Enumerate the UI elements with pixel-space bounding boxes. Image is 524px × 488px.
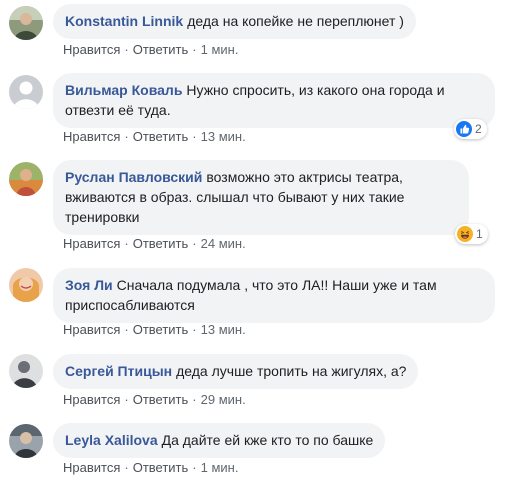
separator-dot: ·: [192, 42, 197, 57]
reply-link[interactable]: Ответить: [133, 42, 189, 57]
comment-author[interactable]: Руслан Павловский: [65, 169, 202, 185]
reaction-count: 2: [475, 122, 482, 136]
separator-dot: ·: [124, 460, 129, 475]
reaction-summary[interactable]: 1: [455, 224, 488, 244]
avatar-photo-icon: [9, 268, 43, 302]
separator-dot: ·: [124, 392, 129, 407]
comment-bubble: Leyla Xalilova Да дайте ей кже кто то по …: [53, 423, 386, 458]
reply-link[interactable]: Ответить: [133, 129, 189, 144]
comment-timestamp[interactable]: 29 мин.: [201, 392, 246, 407]
comment-author[interactable]: Konstantin Linnik: [65, 13, 183, 29]
avatar-photo-icon: [9, 6, 43, 40]
comment-bubble: Вильмар Коваль Нужно спросить, из какого …: [53, 73, 495, 128]
comment-timestamp[interactable]: 13 мин.: [201, 322, 246, 337]
like-link[interactable]: Нравится: [63, 129, 120, 144]
separator-dot: ·: [124, 129, 129, 144]
avatar-photo-icon: [9, 354, 43, 388]
comment-actions: Нравится · Ответить · 1 мин.: [63, 460, 238, 476]
separator-dot: ·: [192, 129, 197, 144]
reply-link[interactable]: Ответить: [133, 236, 189, 251]
comment-author[interactable]: Вильмар Коваль: [65, 82, 182, 98]
avatar[interactable]: [9, 162, 43, 196]
avatar[interactable]: [9, 75, 43, 109]
separator-dot: ·: [192, 460, 197, 475]
comment-timestamp[interactable]: 24 мин.: [201, 236, 246, 251]
reaction-count: 1: [476, 227, 483, 241]
like-link[interactable]: Нравится: [63, 42, 120, 57]
reaction-summary[interactable]: 2: [454, 119, 487, 139]
comment-actions: Нравится · Ответить · 24 мин.: [63, 236, 246, 252]
comment-author[interactable]: Сергей Птицын: [65, 363, 172, 379]
comment-bubble: Зоя Ли Сначала подумала , что это ЛА!! На…: [53, 268, 495, 323]
comment-bubble: Сергей Птицын деда лучше тропить на жигул…: [53, 354, 419, 389]
separator-dot: ·: [192, 392, 197, 407]
avatar-photo-icon: [9, 162, 43, 196]
default-avatar-icon: [9, 75, 43, 109]
avatar[interactable]: [9, 6, 43, 40]
comment-bubble: Konstantin Linnik деда на копейке не пере…: [53, 4, 416, 39]
reply-link[interactable]: Ответить: [133, 460, 189, 475]
like-link[interactable]: Нравится: [63, 460, 120, 475]
like-link[interactable]: Нравится: [63, 236, 120, 251]
separator-dot: ·: [124, 322, 129, 337]
separator-dot: ·: [192, 322, 197, 337]
like-link[interactable]: Нравится: [63, 322, 120, 337]
reply-link[interactable]: Ответить: [133, 322, 189, 337]
separator-dot: ·: [192, 236, 197, 251]
comment-timestamp[interactable]: 1 мин.: [201, 42, 239, 57]
comment-author[interactable]: Leyla Xalilova: [65, 432, 158, 448]
avatar[interactable]: [9, 268, 43, 302]
avatar-photo-icon: [9, 424, 43, 458]
separator-dot: ·: [124, 236, 129, 251]
comment-bubble: Руслан Павловский возможно это актрисы те…: [53, 160, 469, 235]
haha-icon: [457, 226, 473, 242]
comment-actions: Нравится · Ответить · 13 мин.: [63, 129, 246, 145]
comment-text: Сначала подумала , что это ЛА!! Наши уже…: [65, 277, 437, 313]
separator-dot: ·: [124, 42, 129, 57]
comment-actions: Нравится · Ответить · 13 мин.: [63, 322, 246, 338]
like-icon: [456, 121, 472, 137]
comment-timestamp[interactable]: 13 мин.: [201, 129, 246, 144]
comment-text: деда лучше тропить на жигулях, а?: [176, 363, 407, 379]
like-link[interactable]: Нравится: [63, 392, 120, 407]
avatar[interactable]: [9, 424, 43, 458]
comment-actions: Нравится · Ответить · 29 мин.: [63, 392, 246, 408]
reply-link[interactable]: Ответить: [133, 392, 189, 407]
comment-text: деда на копейке не переплюнет ): [187, 13, 404, 29]
comment-text: Да дайте ей кже кто то по башке: [161, 432, 374, 448]
comment-timestamp[interactable]: 1 мин.: [201, 460, 239, 475]
avatar[interactable]: [9, 354, 43, 388]
comment-author[interactable]: Зоя Ли: [65, 277, 113, 293]
comment-actions: Нравится · Ответить · 1 мин.: [63, 42, 238, 58]
